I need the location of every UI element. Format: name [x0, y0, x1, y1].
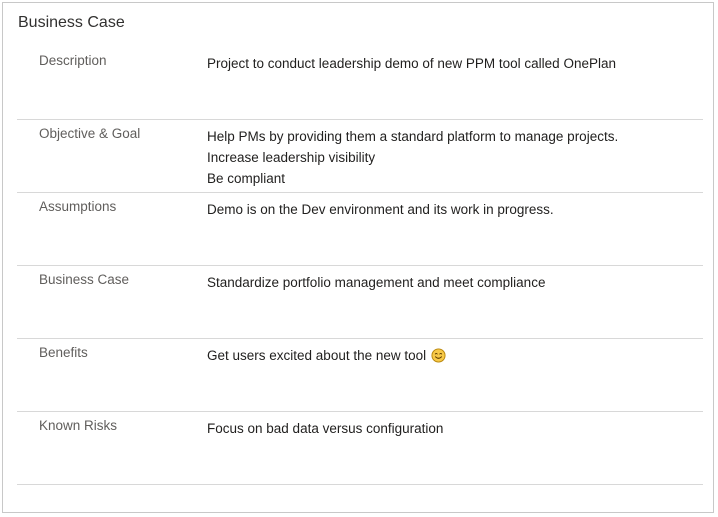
field-value-line: Project to conduct leadership demo of ne… [207, 56, 616, 71]
field-value-line: Focus on bad data versus configuration [207, 421, 444, 436]
section-title: Business Case [18, 14, 125, 31]
field-row-known-risks: Known Risks Focus on bad data versus con… [17, 412, 703, 485]
field-value-line: Increase leadership visibility [207, 150, 376, 165]
field-row-description: Description Project to conduct leadershi… [17, 47, 703, 120]
field-value[interactable]: Demo is on the Dev environment and its w… [207, 199, 697, 220]
field-label: Description [39, 53, 107, 68]
field-row-assumptions: Assumptions Demo is on the Dev environme… [17, 193, 703, 266]
field-value[interactable]: Get users excited about the new tool [207, 345, 697, 366]
field-value[interactable]: Help PMs by providing them a standard pl… [207, 126, 697, 189]
field-value-line: Standardize portfolio management and mee… [207, 275, 546, 290]
field-label: Known Risks [39, 418, 118, 433]
field-list: Description Project to conduct leadershi… [17, 47, 703, 485]
field-value[interactable]: Project to conduct leadership demo of ne… [207, 53, 697, 74]
business-case-panel: Business Case Description Project to con… [2, 2, 714, 513]
field-value[interactable]: Standardize portfolio management and mee… [207, 272, 697, 293]
field-row-business-case: Business Case Standardize portfolio mana… [17, 266, 703, 339]
field-value-line: Get users excited about the new tool [207, 345, 697, 366]
field-label: Benefits [39, 345, 88, 360]
field-value-line: Be compliant [207, 171, 286, 186]
field-value-line: Help PMs by providing them a standard pl… [207, 129, 619, 144]
field-label: Objective & Goal [39, 126, 141, 141]
field-value-text: Get users excited about the new tool [207, 348, 427, 363]
field-label: Business Case [39, 272, 130, 287]
field-row-benefits: Benefits Get users excited about the new… [17, 339, 703, 412]
field-value-line: Demo is on the Dev environment and its w… [207, 202, 554, 217]
smiley-face-icon [431, 348, 446, 363]
field-value[interactable]: Focus on bad data versus configuration [207, 418, 697, 439]
field-label: Assumptions [39, 199, 117, 214]
field-row-objective-goal: Objective & Goal Help PMs by providing t… [17, 120, 703, 193]
